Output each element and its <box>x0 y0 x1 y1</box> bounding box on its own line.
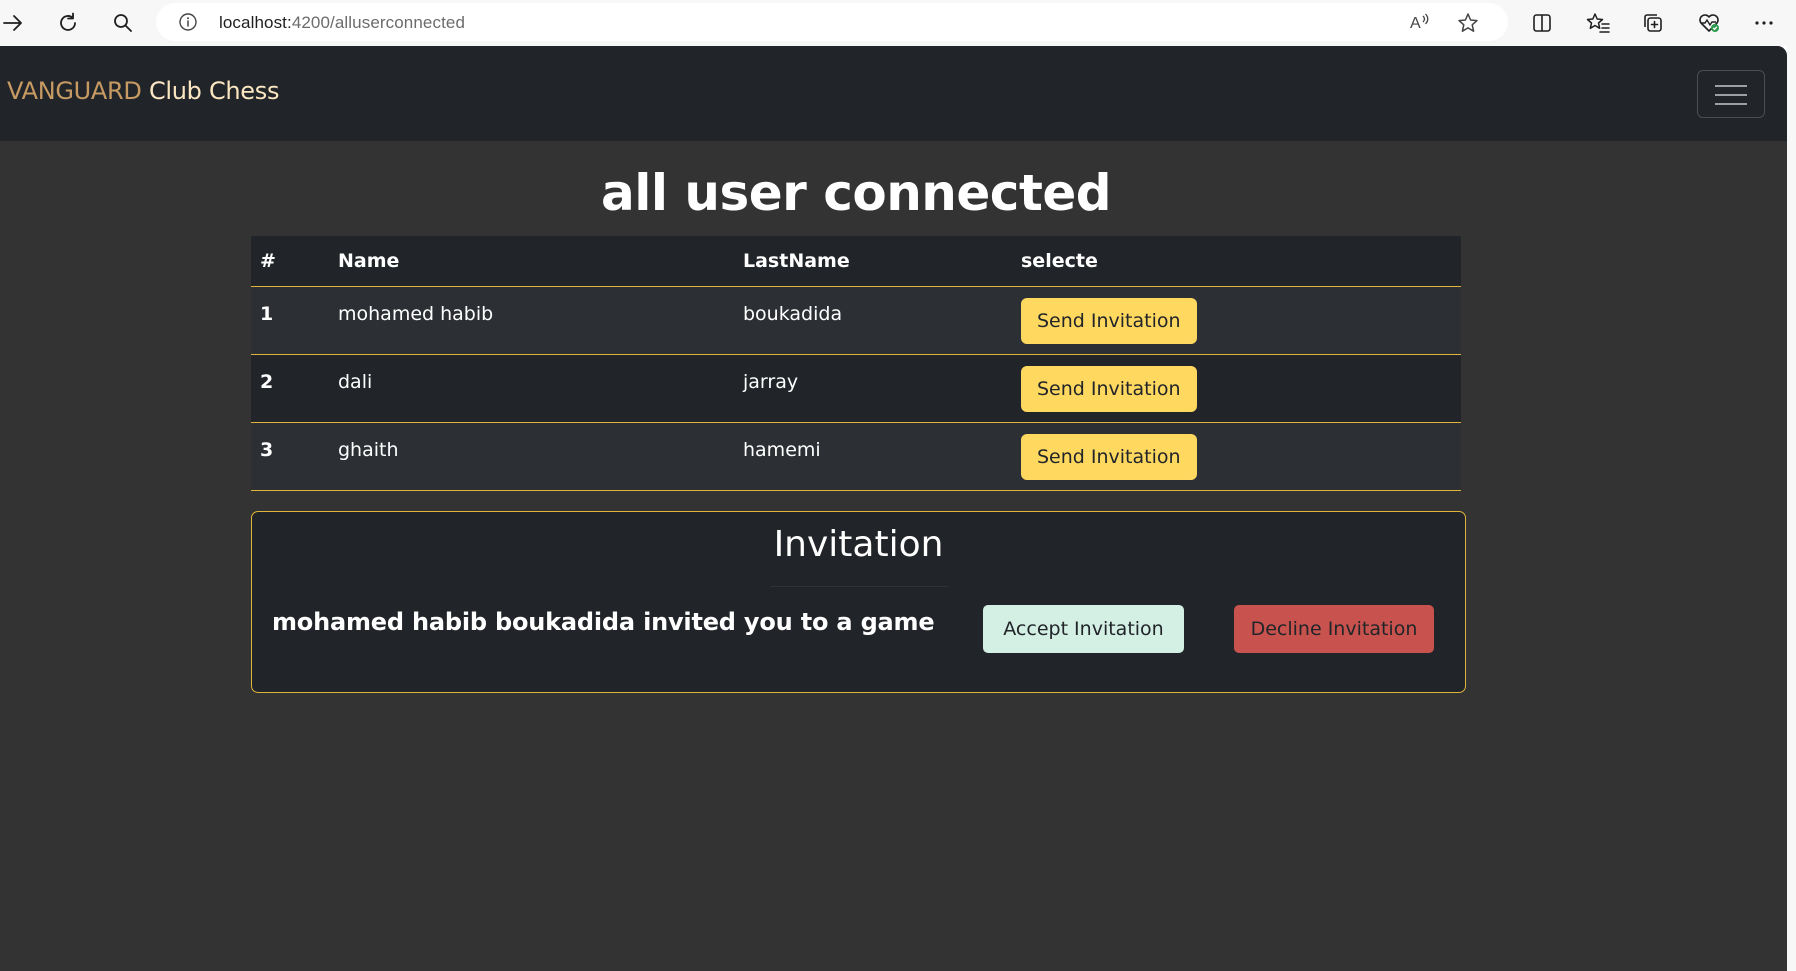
table-row: 3 ghaith hamemi Send Invitation <box>251 422 1461 491</box>
svg-text:A: A <box>1410 15 1421 32</box>
page-title: all user connected <box>600 164 1112 222</box>
navbar-toggler-button[interactable] <box>1697 70 1765 118</box>
collections-icon[interactable] <box>1637 7 1669 39</box>
header-num: # <box>251 236 329 287</box>
split-screen-icon[interactable] <box>1526 7 1558 39</box>
header-lastname: LastName <box>734 236 1012 287</box>
read-aloud-icon[interactable]: A <box>1409 12 1431 36</box>
invitation-title: Invitation <box>773 524 944 565</box>
row-num: 1 <box>251 286 329 355</box>
row-name: mohamed habib <box>329 286 734 355</box>
row-num: 3 <box>251 422 329 491</box>
page-viewport: VANGUARD Club Chess all user connected #… <box>0 46 1787 971</box>
header-select: selecte <box>1012 236 1461 287</box>
row-action-cell: Send Invitation <box>1012 354 1461 423</box>
address-bar[interactable]: localhost:4200/alluserconnected A <box>156 3 1508 41</box>
row-name: dali <box>329 354 734 423</box>
row-num: 2 <box>251 354 329 423</box>
star-icon[interactable] <box>1457 12 1479 38</box>
reload-icon[interactable] <box>52 7 84 39</box>
more-icon[interactable] <box>1748 7 1780 39</box>
table-header-row: # Name LastName selecte <box>251 236 1461 287</box>
header-name: Name <box>329 236 734 287</box>
invitation-message: mohamed habib boukadida invited you to a… <box>272 608 935 636</box>
row-lastname: jarray <box>734 354 1012 423</box>
url-host: localhost: <box>219 13 292 32</box>
info-icon[interactable] <box>178 12 198 36</box>
accept-invitation-button[interactable]: Accept Invitation <box>983 605 1184 653</box>
row-action-cell: Send Invitation <box>1012 422 1461 491</box>
send-invitation-button[interactable]: Send Invitation <box>1021 365 1197 412</box>
brand-vanguard: VANGUARD <box>7 77 142 105</box>
heart-pulse-icon[interactable] <box>1693 7 1725 39</box>
send-invitation-button[interactable]: Send Invitation <box>1021 297 1197 344</box>
search-icon[interactable] <box>107 7 139 39</box>
row-lastname: hamemi <box>734 422 1012 491</box>
table-row: 2 dali jarray Send Invitation <box>251 354 1461 423</box>
navbar-brand[interactable]: VANGUARD Club Chess <box>7 77 279 105</box>
arrow-right-icon[interactable] <box>0 7 29 39</box>
table-row: 1 mohamed habib boukadida Send Invitatio… <box>251 286 1461 355</box>
invitation-card: Invitation mohamed habib boukadida invit… <box>251 511 1466 693</box>
row-lastname: boukadida <box>734 286 1012 355</box>
row-action-cell: Send Invitation <box>1012 286 1461 355</box>
invitation-divider <box>770 586 948 587</box>
window-edge <box>1787 46 1796 971</box>
url-path: 4200/alluserconnected <box>291 13 465 32</box>
send-invitation-button[interactable]: Send Invitation <box>1021 433 1197 480</box>
decline-invitation-button[interactable]: Decline Invitation <box>1234 605 1434 653</box>
users-table: # Name LastName selecte 1 mohamed habib … <box>251 236 1461 491</box>
brand-club-chess: Club Chess <box>148 77 280 105</box>
browser-toolbar: localhost:4200/alluserconnected A <box>0 0 1796 46</box>
url-text[interactable]: localhost:4200/alluserconnected <box>219 13 465 33</box>
favorites-icon[interactable] <box>1582 7 1614 39</box>
row-name: ghaith <box>329 422 734 491</box>
app-navbar: VANGUARD Club Chess <box>0 46 1787 141</box>
